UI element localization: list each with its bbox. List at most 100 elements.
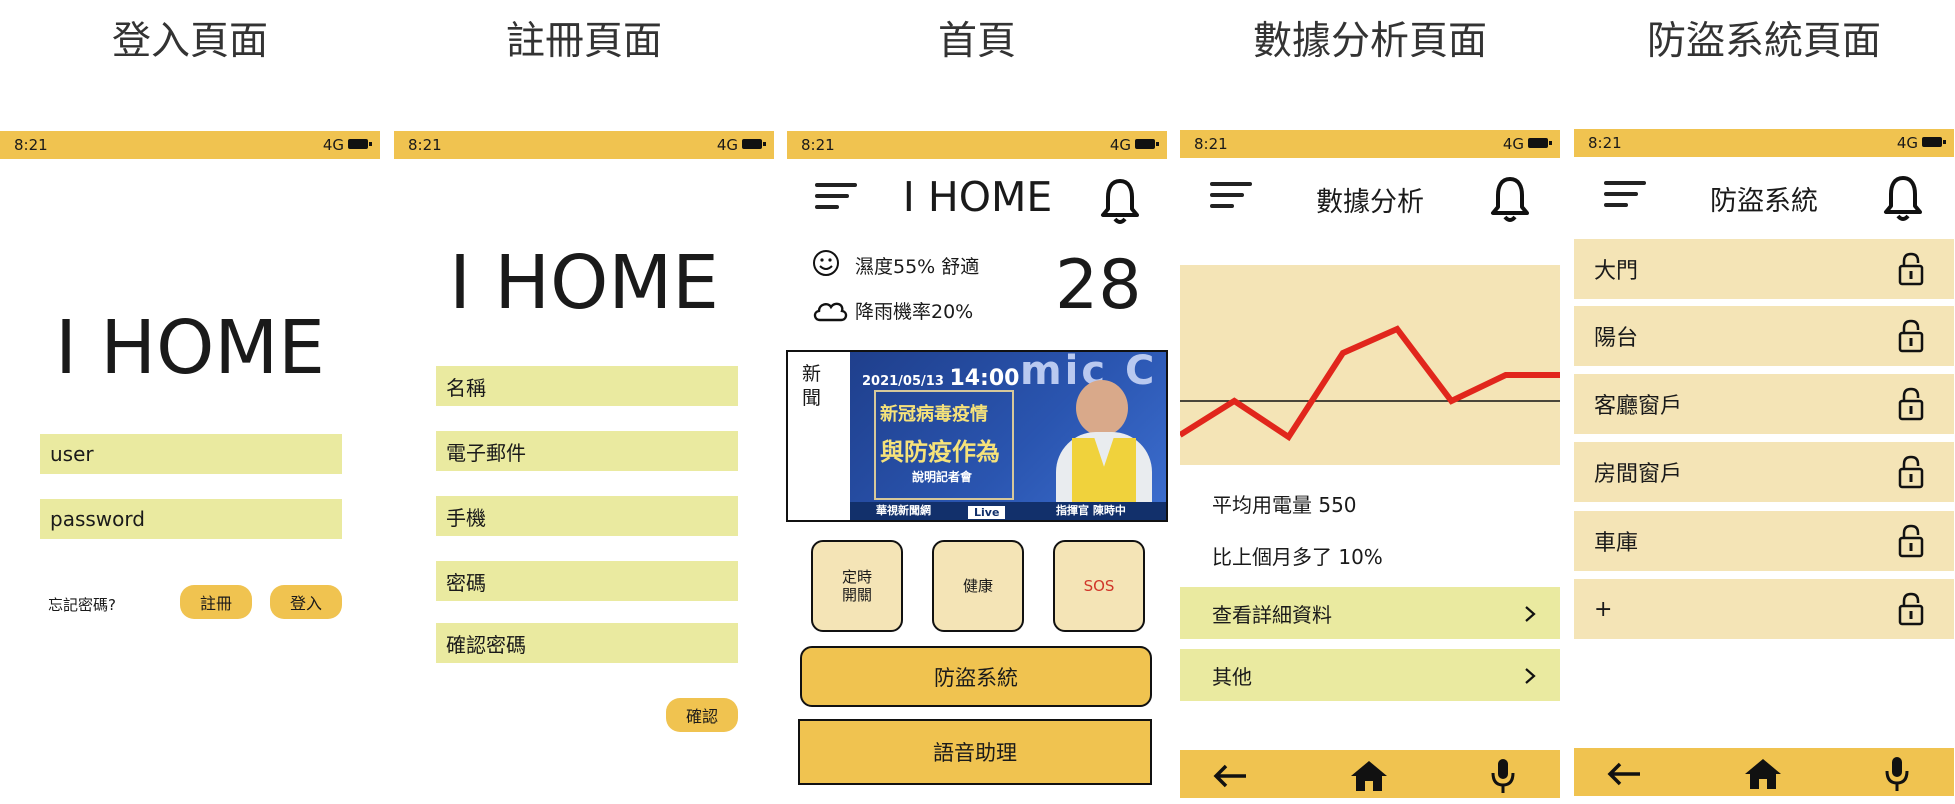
status-bar: 8:21 4G <box>1180 130 1560 158</box>
view-details-row[interactable]: 查看詳細資料 <box>1180 587 1560 639</box>
temperature-value: 28 <box>1055 246 1142 325</box>
status-time: 8:21 <box>801 136 835 154</box>
news-speaker: 指揮官 陳時中 <box>1056 504 1126 517</box>
add-lock-label: + <box>1594 596 1613 622</box>
battery-icon <box>1528 138 1552 148</box>
news-card[interactable]: 新聞 mic C 2021/05/13 14:00 新冠病毒疫情 與防疫作為 說… <box>786 350 1168 522</box>
status-network: 4G <box>1109 136 1131 154</box>
news-live: Live <box>968 506 1006 519</box>
humidity-text: 濕度55% 舒適 <box>855 256 980 278</box>
battery-icon <box>1135 139 1159 149</box>
mic-icon[interactable] <box>1884 756 1910 792</box>
status-network: 4G <box>1502 135 1524 153</box>
voice-assistant-button[interactable]: 語音助理 <box>798 719 1152 785</box>
lock-item-bedroom-window[interactable]: 房間窗戶 <box>1574 442 1954 502</box>
sos-button[interactable]: SOS <box>1053 540 1145 632</box>
title-security: 防盜系統頁面 <box>1646 19 1881 64</box>
news-sub: 說明記者會 <box>912 470 973 484</box>
bell-icon[interactable] <box>1100 177 1140 225</box>
back-arrow-icon[interactable] <box>1606 762 1642 786</box>
battery-icon <box>348 139 372 149</box>
home-icon[interactable] <box>1350 760 1388 792</box>
lock-item-label: 房間窗戶 <box>1594 462 1683 487</box>
status-bar: 8:21 4G <box>0 131 380 159</box>
security-system-button[interactable]: 防盜系統 <box>800 646 1152 707</box>
username-field[interactable]: user <box>40 434 342 474</box>
analysis-title: 數據分析 <box>1316 187 1424 218</box>
other-label: 其他 <box>1212 664 1252 689</box>
menu-icon[interactable] <box>1210 182 1252 215</box>
status-time: 8:21 <box>14 136 48 154</box>
app-logo: I HOME <box>449 240 719 326</box>
status-bar: 8:21 4G <box>787 131 1167 159</box>
app-logo: I HOME <box>55 305 325 391</box>
status-network: 4G <box>716 136 738 154</box>
average-usage-text: 平均用電量 550 <box>1212 493 1357 517</box>
security-title: 防盜系統 <box>1710 186 1818 217</box>
home-title: I HOME <box>902 173 1053 221</box>
home-icon[interactable] <box>1744 758 1782 790</box>
lock-icon[interactable] <box>1898 387 1924 421</box>
register-button[interactable]: 註冊 <box>180 585 252 619</box>
lock-item-label: 大門 <box>1594 259 1639 284</box>
title-register: 註冊頁面 <box>505 19 662 64</box>
lock-item-label: 車庫 <box>1594 531 1639 556</box>
title-login: 登入頁面 <box>111 19 268 64</box>
login-button[interactable]: 登入 <box>270 585 342 619</box>
bottom-nav <box>1574 748 1954 796</box>
title-analysis: 數據分析頁面 <box>1252 19 1487 64</box>
news-time: 14:00 <box>949 366 1020 391</box>
status-time: 8:21 <box>408 136 442 154</box>
lock-item-label: 陽台 <box>1594 326 1639 351</box>
view-details-label: 查看詳細資料 <box>1212 602 1332 627</box>
mic-icon[interactable] <box>1490 758 1516 794</box>
confirm-button[interactable]: 確認 <box>666 698 738 732</box>
lock-item-living-room-window[interactable]: 客廳窗戶 <box>1574 374 1954 434</box>
status-network: 4G <box>1896 134 1918 152</box>
chevron-right-icon <box>1525 606 1536 622</box>
menu-icon[interactable] <box>1604 181 1646 214</box>
news-channel: 華視新聞網 <box>876 504 931 517</box>
password-field[interactable]: password <box>40 499 342 539</box>
password-field[interactable]: 密碼 <box>436 561 738 601</box>
lock-item-garage[interactable]: 車庫 <box>1574 511 1954 571</box>
lock-icon[interactable] <box>1898 252 1924 286</box>
status-bar: 8:21 4G <box>1574 129 1954 157</box>
add-lock-item[interactable]: + <box>1574 579 1954 639</box>
lock-icon[interactable] <box>1898 592 1924 626</box>
email-field[interactable]: 電子郵件 <box>436 431 738 471</box>
lock-icon[interactable] <box>1898 455 1924 489</box>
title-home: 首頁 <box>937 19 1016 64</box>
news-headline-2: 與防疫作為 <box>880 438 1000 466</box>
news-label: 新聞 <box>802 363 822 409</box>
lock-item-balcony[interactable]: 陽台 <box>1574 306 1954 366</box>
lock-icon[interactable] <box>1898 319 1924 353</box>
bell-icon[interactable] <box>1883 174 1923 222</box>
bell-icon[interactable] <box>1490 175 1530 223</box>
cloud-icon <box>813 302 848 322</box>
name-field[interactable]: 名稱 <box>436 366 738 406</box>
news-person <box>1048 376 1160 510</box>
status-time: 8:21 <box>1588 134 1622 152</box>
status-time: 8:21 <box>1194 135 1228 153</box>
confirm-password-field[interactable]: 確認密碼 <box>436 623 738 663</box>
status-network: 4G <box>322 136 344 154</box>
chart-background <box>1180 265 1560 465</box>
phone-field[interactable]: 手機 <box>436 496 738 536</box>
battery-icon <box>742 139 766 149</box>
health-button[interactable]: 健康 <box>932 540 1024 632</box>
menu-icon[interactable] <box>815 183 857 216</box>
back-arrow-icon[interactable] <box>1212 764 1248 788</box>
rain-text: 降雨機率20% <box>855 301 974 323</box>
forgot-password-link[interactable]: 忘記密碼? <box>48 594 116 615</box>
news-date: 2021/05/13 <box>862 374 944 389</box>
comparison-text: 比上個月多了 10% <box>1212 545 1383 569</box>
news-image: mic C 2021/05/13 14:00 新冠病毒疫情 與防疫作為 說明記者… <box>850 352 1166 520</box>
lock-item-main-door[interactable]: 大門 <box>1574 239 1954 299</box>
lock-icon[interactable] <box>1898 524 1924 558</box>
usage-line-chart <box>1180 265 1560 465</box>
timer-switch-button[interactable]: 定時開關 <box>811 540 903 632</box>
other-row[interactable]: 其他 <box>1180 649 1560 701</box>
chevron-right-icon <box>1525 668 1536 684</box>
bottom-nav <box>1180 750 1560 798</box>
